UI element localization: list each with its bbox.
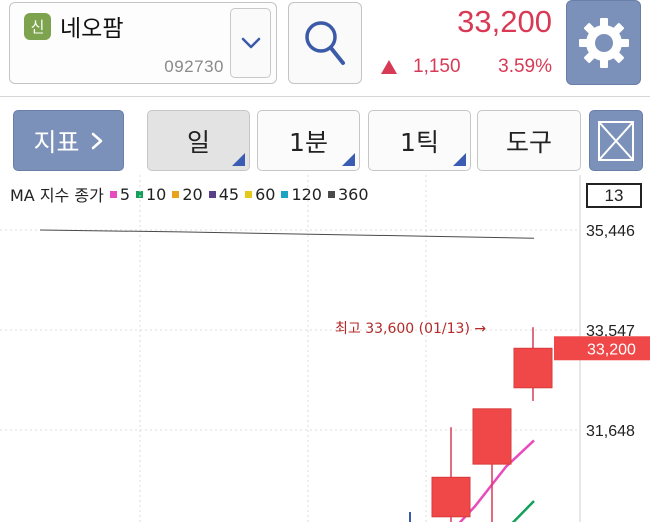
stock-code: 092730 [164,57,224,76]
corner-triangle-icon [453,153,466,166]
expand-icon [598,120,634,161]
period-day-label: 일 [186,127,210,157]
candle-body [472,408,512,465]
indicator-label: 지표 [33,127,80,157]
current-price-label: 33,200 [587,341,636,358]
chevron-right-icon [91,132,102,149]
search-icon [305,21,345,65]
fullscreen-button[interactable] [589,110,643,171]
candle-body [431,476,471,518]
price-chart[interactable]: 35,44633,54731,64833,200최고 33,600 (01/13… [0,175,650,522]
y-tick-label: 31,648 [586,423,635,440]
stock-dropdown-button[interactable] [230,8,271,78]
up-arrow-icon [381,60,397,74]
corner-triangle-icon [342,153,355,166]
max-price-annotation: 최고 33,600 (01/13) → [335,321,486,337]
candles [409,327,553,522]
period-tick-button[interactable]: 1틱 [368,110,471,171]
y-axis: 35,44633,54731,64833,200최고 33,600 (01/13… [335,223,650,440]
ma-line [39,229,535,239]
indicator-button[interactable]: 지표 [13,110,124,171]
chart-grid [0,175,581,522]
ma-line [511,500,535,522]
price-change-percent: 3.59% [498,56,552,77]
tools-button[interactable]: 도구 [477,110,581,171]
chevron-down-icon [241,37,260,49]
period-minute-label: 1분 [289,127,328,157]
price-change: 1,150 [413,56,461,77]
gear-icon [578,17,629,68]
candle-body [513,347,553,389]
period-day-button[interactable]: 일 [147,110,250,171]
corner-triangle-icon [232,153,245,166]
y-tick-label: 35,446 [586,223,635,240]
period-tick-label: 1틱 [400,127,439,157]
credit-badge: 신 [24,13,51,40]
header-divider [0,96,650,97]
current-price: 33,200 [457,4,552,39]
tools-label: 도구 [505,127,552,157]
period-minute-button[interactable]: 1분 [257,110,360,171]
search-button[interactable] [288,2,362,84]
stock-selector[interactable]: 신 네오팜 092730 [9,2,277,84]
stock-name: 네오팜 [60,16,124,42]
settings-button[interactable] [566,0,641,85]
